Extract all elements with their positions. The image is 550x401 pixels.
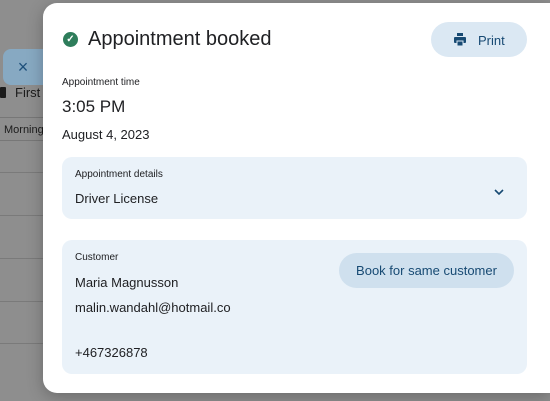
customer-label: Customer [75, 252, 119, 263]
appointment-time-label: Appointment time [62, 77, 140, 88]
dialog-title: Appointment booked [88, 28, 272, 50]
appointment-booked-dialog: ✓ Appointment booked Print Appointment t… [43, 3, 550, 393]
print-button[interactable]: Print [431, 22, 527, 57]
background-first-label: First [15, 85, 41, 100]
background-checkbox-icon [0, 87, 6, 98]
appointment-details-label: Appointment details [75, 169, 163, 180]
chevron-down-icon [494, 189, 504, 196]
customer-email: malin.wandahl@hotmail.co [75, 300, 231, 315]
customer-name: Maria Magnusson [75, 275, 179, 290]
printer-icon [454, 33, 466, 46]
customer-card: Customer Maria Magnusson malin.wandahl@h… [62, 240, 527, 374]
customer-phone: +467326878 [75, 345, 148, 360]
appointment-service-value: Driver License [75, 191, 159, 206]
print-button-label: Print [478, 33, 505, 48]
appointment-date-value: August 4, 2023 [62, 127, 150, 142]
appointment-details-expander[interactable]: Appointment details Driver License [62, 157, 527, 219]
appointment-time-value: 3:05 PM [62, 97, 126, 116]
background-close-button: × [3, 49, 43, 85]
book-same-customer-button[interactable]: Book for same customer [339, 253, 514, 288]
dialog-header: ✓ Appointment booked Print [43, 3, 550, 77]
check-circle-icon: ✓ [63, 32, 78, 47]
